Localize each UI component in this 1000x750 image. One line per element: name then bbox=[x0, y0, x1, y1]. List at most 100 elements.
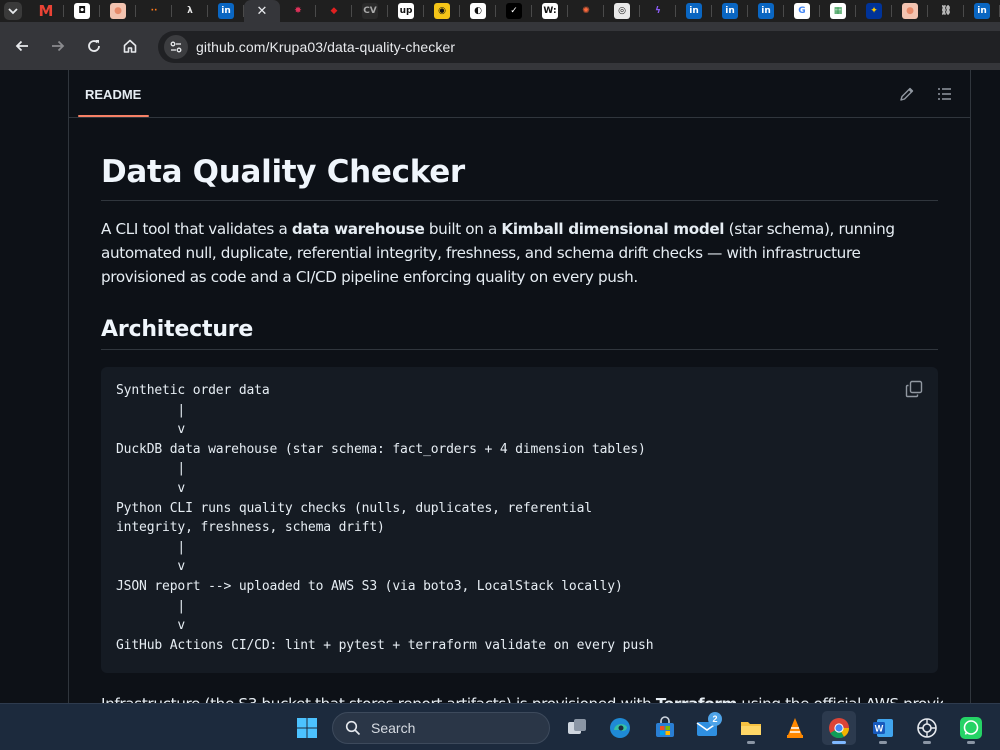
tab-8[interactable]: ✸ bbox=[280, 0, 316, 22]
tab-9[interactable]: ◆ bbox=[316, 0, 352, 22]
linkedin-icon: in bbox=[686, 3, 702, 19]
intro-paragraph: A CLI tool that validates a data warehou… bbox=[101, 220, 895, 286]
svg-text:W: W bbox=[875, 724, 884, 734]
linkedin-icon: in bbox=[758, 3, 774, 19]
tab-active[interactable]: ✕ bbox=[244, 0, 280, 22]
tab-linkedin-4[interactable]: in bbox=[748, 0, 784, 22]
link-icon: ⛓ bbox=[940, 6, 952, 16]
arrow-left-icon bbox=[15, 40, 28, 52]
active-indicator bbox=[832, 741, 846, 744]
vlc-cone-icon bbox=[787, 718, 803, 738]
store-icon bbox=[656, 716, 674, 737]
avatar-icon: ● bbox=[902, 3, 918, 19]
avatar-icon: ● bbox=[110, 3, 126, 19]
tab-4[interactable]: ·· bbox=[136, 0, 172, 22]
word-icon: W bbox=[873, 719, 893, 737]
running-indicator bbox=[923, 741, 931, 744]
dots-icon: ·· bbox=[150, 6, 158, 16]
tab-3[interactable]: ● bbox=[100, 0, 136, 22]
title-divider bbox=[101, 200, 938, 201]
reload-button[interactable] bbox=[76, 28, 112, 64]
active-tab-indicator bbox=[78, 115, 149, 117]
forward-button[interactable] bbox=[40, 28, 76, 64]
word-taskbar-button[interactable]: W bbox=[866, 711, 900, 745]
tab-23[interactable]: ▦ bbox=[820, 0, 856, 22]
start-button[interactable] bbox=[290, 711, 324, 745]
gmail-icon: M bbox=[38, 2, 54, 20]
tab-linkedin-3[interactable]: in bbox=[712, 0, 748, 22]
store-taskbar-button[interactable] bbox=[648, 711, 682, 745]
tab-10[interactable]: CV bbox=[352, 0, 388, 22]
tab-26[interactable]: ⛓ bbox=[928, 0, 964, 22]
copy-icon[interactable] bbox=[904, 379, 924, 399]
tab-google[interactable]: G bbox=[784, 0, 820, 22]
readme-header: README bbox=[69, 70, 970, 118]
readme-tab[interactable]: README bbox=[85, 87, 141, 102]
chatgpt-icon bbox=[917, 718, 937, 738]
architecture-heading: Architecture bbox=[101, 317, 254, 342]
tab-13[interactable]: ◐ bbox=[460, 0, 496, 22]
tab-gmail[interactable]: M bbox=[28, 0, 64, 22]
w-icon: W: bbox=[542, 3, 558, 19]
tab-linkedin-5[interactable]: in bbox=[964, 0, 1000, 22]
tab-linkedin-1[interactable]: in bbox=[208, 0, 244, 22]
edge-taskbar-button[interactable] bbox=[603, 711, 637, 745]
tab-5[interactable]: λ bbox=[172, 0, 208, 22]
tab-14[interactable]: ✓ bbox=[496, 0, 532, 22]
vlc-taskbar-button[interactable] bbox=[778, 711, 812, 745]
mail-badge: 2 bbox=[708, 712, 722, 726]
page-content: README Data Quality Checker A CLI tool t… bbox=[0, 70, 1000, 703]
back-button[interactable] bbox=[4, 28, 40, 64]
openai-icon: ◎ bbox=[614, 3, 630, 19]
close-icon: ✕ bbox=[256, 3, 268, 19]
circle-icon: ◐ bbox=[470, 3, 486, 19]
linkedin-icon: in bbox=[722, 3, 738, 19]
site-info-icon[interactable] bbox=[164, 35, 188, 59]
tab-16[interactable]: ✺ bbox=[568, 0, 604, 22]
tab-12[interactable]: ◉ bbox=[424, 0, 460, 22]
burst-icon: ✺ bbox=[582, 6, 590, 16]
whatsapp-taskbar-button[interactable] bbox=[954, 711, 988, 745]
tab-15[interactable]: W: bbox=[532, 0, 568, 22]
home-icon bbox=[123, 39, 137, 53]
tab-25[interactable]: ● bbox=[892, 0, 928, 22]
pencil-icon[interactable] bbox=[898, 85, 916, 103]
taskbar-search[interactable]: Search bbox=[332, 712, 550, 744]
google-icon: G bbox=[794, 3, 810, 19]
task-view-button[interactable] bbox=[560, 711, 594, 745]
address-bar[interactable]: github.com/Krupa03/data-quality-checker bbox=[158, 31, 1000, 63]
running-indicator bbox=[879, 741, 887, 744]
tab-upwork[interactable]: up bbox=[388, 0, 424, 22]
bolt-icon: ϟ bbox=[655, 6, 661, 16]
tab-2[interactable]: ◘ bbox=[64, 0, 100, 22]
code-text: Synthetic order data | v DuckDB data war… bbox=[116, 383, 654, 653]
browser-toolbar: github.com/Krupa03/data-quality-checker bbox=[0, 22, 1000, 70]
chrome-taskbar-button[interactable] bbox=[822, 711, 856, 745]
tab-search-button[interactable] bbox=[4, 2, 22, 20]
honey-icon: ◉ bbox=[434, 3, 450, 19]
app-icon: ◘ bbox=[74, 3, 90, 19]
lambda-icon: λ bbox=[187, 6, 193, 16]
outline-list-icon[interactable] bbox=[936, 85, 954, 103]
edge-icon bbox=[610, 718, 630, 738]
linkedin-icon: in bbox=[974, 3, 990, 19]
whatsapp-icon bbox=[960, 717, 982, 739]
tab-24[interactable]: ✦ bbox=[856, 0, 892, 22]
upwork-icon: up bbox=[398, 3, 414, 19]
tab-18[interactable]: ϟ bbox=[640, 0, 676, 22]
url-text: github.com/Krupa03/data-quality-checker bbox=[196, 39, 456, 55]
red-shape-icon: ◆ bbox=[330, 6, 338, 16]
home-button[interactable] bbox=[112, 28, 148, 64]
cv-icon: CV bbox=[362, 3, 378, 19]
tab-list: M ◘ ● ·· λ in ✕ ✸ ◆ CV up ◉ ◐ ✓ W: ✺ ◎ ϟ in in in G ▦ ✦ ● ⛓ in bbox=[28, 0, 1000, 22]
chevron-down-icon bbox=[8, 8, 18, 15]
chatgpt-taskbar-button[interactable] bbox=[910, 711, 944, 745]
mail-taskbar-button[interactable]: 2 bbox=[690, 711, 724, 745]
file-explorer-button[interactable] bbox=[734, 711, 768, 745]
task-view-icon bbox=[568, 719, 586, 734]
running-indicator bbox=[747, 741, 755, 744]
search-label: Search bbox=[371, 720, 416, 736]
architecture-code-block: Synthetic order data | v DuckDB data war… bbox=[101, 367, 938, 673]
tab-17[interactable]: ◎ bbox=[604, 0, 640, 22]
tab-linkedin-2[interactable]: in bbox=[676, 0, 712, 22]
